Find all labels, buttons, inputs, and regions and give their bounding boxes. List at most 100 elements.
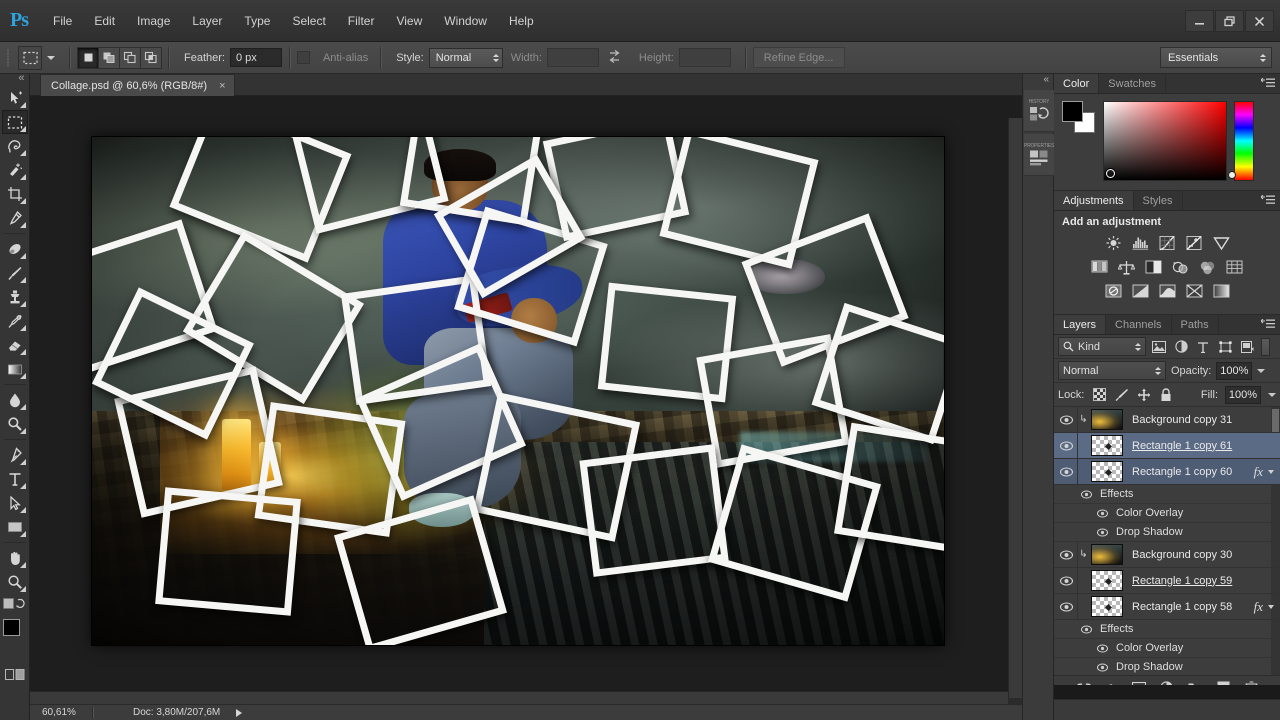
tab-layers[interactable]: Layers <box>1054 315 1107 334</box>
menu-edit[interactable]: Edit <box>83 9 126 33</box>
subtract-from-selection-button[interactable] <box>119 46 141 69</box>
color-balance-icon[interactable] <box>1117 258 1137 276</box>
exposure-icon[interactable] <box>1184 234 1204 252</box>
spot-healing-brush-tool[interactable] <box>2 237 28 261</box>
type-layers-filter-icon[interactable] <box>1194 338 1212 356</box>
minimize-icon[interactable] <box>1185 10 1214 32</box>
height-input[interactable] <box>678 48 731 67</box>
layer-effects-icon[interactable]: fx <box>1254 599 1263 615</box>
feather-input[interactable]: 0 px <box>229 48 282 67</box>
tab-swatches[interactable]: Swatches <box>1099 74 1166 93</box>
opacity-input[interactable]: 100% <box>1216 361 1253 380</box>
lock-image-pixels-icon[interactable] <box>1114 387 1129 402</box>
close-icon[interactable] <box>1245 10 1274 32</box>
width-input[interactable] <box>546 48 599 67</box>
adjustment-layers-filter-icon[interactable] <box>1172 338 1190 356</box>
layer-name[interactable]: Rectangle 1 copy 61 <box>1132 440 1232 452</box>
dodge-tool[interactable] <box>2 412 28 436</box>
refine-edge-button[interactable]: Refine Edge... <box>752 47 845 68</box>
fill-input[interactable]: 100% <box>1225 385 1261 404</box>
opacity-chevron-down-icon[interactable] <box>1257 368 1266 373</box>
pen-tool[interactable] <box>2 443 28 467</box>
selective-color-icon[interactable] <box>1184 282 1204 300</box>
lasso-tool[interactable] <box>2 134 28 158</box>
layers-panel-menu-icon[interactable] <box>1260 318 1275 331</box>
dock-collapse-icon[interactable]: « <box>1023 74 1053 88</box>
menu-image[interactable]: Image <box>126 9 181 33</box>
rectangle-tool[interactable] <box>2 515 28 539</box>
effect-visibility-icon[interactable] <box>1078 490 1094 499</box>
channel-mixer-icon[interactable] <box>1198 258 1218 276</box>
layer-thumbnail[interactable] <box>1091 544 1123 565</box>
threshold-icon[interactable] <box>1157 282 1177 300</box>
properties-panel-button[interactable]: PROPERTIES <box>1024 134 1054 176</box>
levels-icon[interactable] <box>1130 234 1150 252</box>
canvas-horizontal-scrollbar[interactable] <box>30 691 1008 705</box>
tool-preset-chevron-down-icon[interactable] <box>47 55 55 60</box>
eraser-tool[interactable] <box>2 333 28 357</box>
menu-view[interactable]: View <box>385 9 433 33</box>
tab-styles[interactable]: Styles <box>1133 191 1183 210</box>
filter-enable-toggle[interactable] <box>1261 337 1270 356</box>
anti-alias-checkbox[interactable] <box>296 51 310 64</box>
effect-row[interactable]: Drop Shadow <box>1054 658 1280 675</box>
style-select[interactable]: Normal <box>428 47 503 68</box>
color-swatches[interactable] <box>2 618 28 652</box>
layer-row[interactable]: Rectangle 1 copy 58 fx <box>1054 593 1280 620</box>
lock-transparent-pixels-icon[interactable] <box>1092 387 1107 402</box>
layer-name[interactable]: Background copy 30 <box>1132 549 1232 561</box>
status-menu-arrow-icon[interactable] <box>236 708 243 717</box>
layer-row[interactable]: Rectangle 1 copy 60 fx <box>1054 458 1280 485</box>
hand-tool[interactable] <box>2 546 28 570</box>
path-selection-tool[interactable] <box>2 491 28 515</box>
layer-visibility-icon[interactable] <box>1056 407 1078 433</box>
menu-file[interactable]: File <box>42 9 83 33</box>
hue-slider[interactable] <box>1228 101 1254 181</box>
tab-color[interactable]: Color <box>1054 74 1100 93</box>
menu-type[interactable]: Type <box>233 9 281 33</box>
layer-visibility-icon[interactable] <box>1056 593 1078 620</box>
rectangular-marquee-tool[interactable] <box>1 110 28 134</box>
effect-visibility-icon[interactable] <box>1094 509 1110 518</box>
layer-thumbnail[interactable] <box>1091 409 1123 430</box>
brush-tool[interactable] <box>2 261 28 285</box>
layer-thumbnail[interactable] <box>1091 596 1123 617</box>
intersect-with-selection-button[interactable] <box>140 46 162 69</box>
layer-list[interactable]: ↳ Background copy 31 Rectangle 1 copy 61 Re… <box>1054 407 1280 675</box>
invert-icon[interactable] <box>1103 282 1123 300</box>
menu-select[interactable]: Select <box>281 9 336 33</box>
layer-visibility-icon[interactable] <box>1056 458 1078 485</box>
canvas-viewport[interactable] <box>30 96 1022 698</box>
layer-row[interactable]: Rectangle 1 copy 59 <box>1054 567 1280 594</box>
effect-row[interactable]: Color Overlay <box>1054 639 1280 658</box>
tab-channels[interactable]: Channels <box>1106 315 1172 334</box>
color-picker-field[interactable] <box>1103 101 1227 181</box>
effects-group-row[interactable]: Effects <box>1054 620 1280 639</box>
color-panel-menu-icon[interactable] <box>1260 77 1275 90</box>
layer-name[interactable]: Rectangle 1 copy 60 <box>1132 466 1232 478</box>
close-icon[interactable]: × <box>219 80 225 92</box>
add-to-selection-button[interactable] <box>98 46 120 69</box>
swap-dimensions-icon[interactable] <box>607 49 623 67</box>
crop-tool[interactable] <box>2 182 28 206</box>
eyedropper-tool[interactable] <box>2 206 28 230</box>
history-brush-tool[interactable] <box>2 309 28 333</box>
layer-thumbnail[interactable] <box>1091 461 1123 482</box>
layer-visibility-icon[interactable] <box>1056 567 1078 594</box>
edit-in-quick-mask-mode-button[interactable] <box>2 666 28 684</box>
effect-row[interactable]: Color Overlay <box>1054 504 1280 523</box>
blur-tool[interactable] <box>2 388 28 412</box>
tab-adjustments[interactable]: Adjustments <box>1054 191 1134 210</box>
effect-row[interactable]: Drop Shadow <box>1054 523 1280 542</box>
clone-stamp-tool[interactable] <box>2 285 28 309</box>
canvas-vertical-scrollbar[interactable] <box>1008 118 1022 698</box>
posterize-icon[interactable] <box>1130 282 1150 300</box>
effect-visibility-icon[interactable] <box>1094 644 1110 653</box>
pixel-layers-filter-icon[interactable] <box>1150 338 1168 356</box>
vibrance-icon[interactable] <box>1211 234 1231 252</box>
zoom-tool[interactable] <box>2 570 28 594</box>
new-selection-button[interactable] <box>77 46 99 69</box>
layer-thumbnail[interactable] <box>1091 435 1123 456</box>
effect-visibility-icon[interactable] <box>1094 663 1110 672</box>
smart-object-filter-icon[interactable] <box>1238 338 1256 356</box>
